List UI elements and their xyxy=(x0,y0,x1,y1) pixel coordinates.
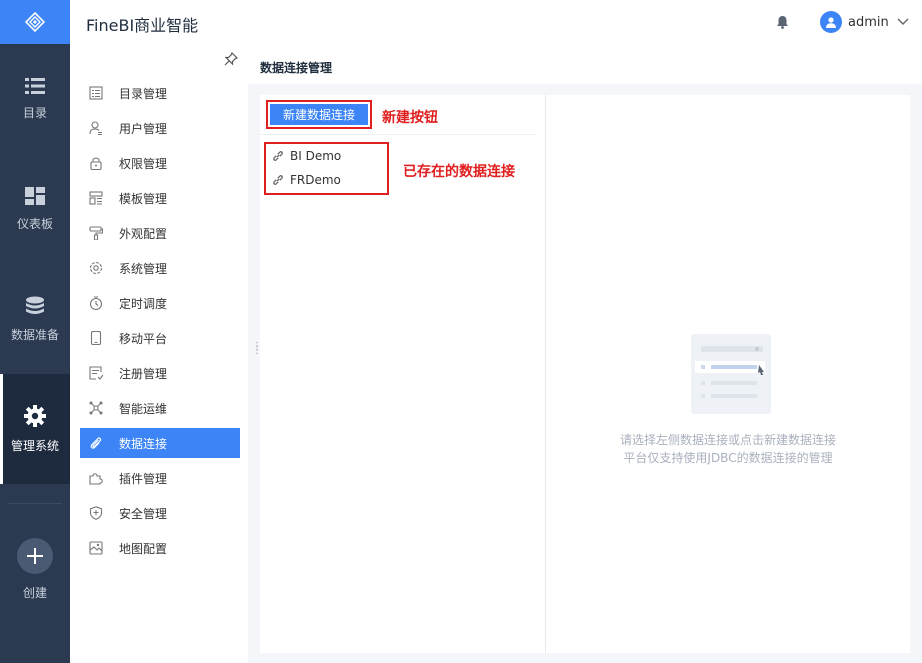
menu-item-label: 安全管理 xyxy=(119,506,168,521)
menu-item-map-config[interactable]: 地图配置 xyxy=(80,533,240,563)
create-button[interactable]: 创建 xyxy=(0,538,70,601)
user-manage-icon xyxy=(88,120,104,136)
menu-item-label: 定时调度 xyxy=(119,296,168,311)
link-icon xyxy=(273,175,283,185)
connection-item-bi-demo[interactable]: BI Demo xyxy=(271,149,341,163)
link-icon xyxy=(273,151,283,161)
menu-item-intelligent-ops[interactable]: 智能运维 xyxy=(80,393,240,423)
database-icon xyxy=(26,296,44,314)
rail-divider xyxy=(8,503,62,504)
annotation-box-new-button: 新建数据连接 xyxy=(266,100,372,129)
rail-item-label: 仪表板 xyxy=(16,216,53,231)
lock-icon xyxy=(88,155,104,171)
rail-item-management[interactable]: 管理系统 xyxy=(0,374,70,484)
paperclip-icon xyxy=(88,435,104,451)
menu-item-data-connection[interactable]: 数据连接 xyxy=(80,428,240,458)
shield-icon xyxy=(88,505,104,521)
dashboard-icon xyxy=(25,186,45,205)
menu-item-template-management[interactable]: 模板管理 xyxy=(80,183,240,213)
plus-icon xyxy=(17,538,53,574)
user-icon xyxy=(826,17,836,28)
connection-detail-panel: 请选择左侧数据连接或点击新建数据连接 平台仅支持使用JDBC的数据连接的管理 xyxy=(546,95,910,653)
network-icon xyxy=(88,400,104,416)
rail-item-label: 数据准备 xyxy=(10,327,59,342)
rail-item-catalog[interactable]: 目录 xyxy=(0,44,70,154)
menu-item-label: 移动平台 xyxy=(119,331,168,346)
puzzle-icon xyxy=(88,470,104,486)
empty-state-text: 请选择左侧数据连接或点击新建数据连接 平台仅支持使用JDBC的数据连接的管理 xyxy=(546,431,910,467)
menu-item-label: 目录管理 xyxy=(119,86,168,101)
main-rail: 目录 仪表板 数据准备 管理系统 创建 xyxy=(0,0,70,663)
pin-icon[interactable] xyxy=(224,52,238,66)
catalog-icon xyxy=(88,85,104,101)
rail-item-data-prep[interactable]: 数据准备 xyxy=(0,264,70,374)
annotation-connections: 已存在的数据连接 xyxy=(403,164,515,180)
menu-item-label: 权限管理 xyxy=(119,156,168,171)
menu-item-scheduling[interactable]: 定时调度 xyxy=(80,288,240,318)
connection-list-panel: 新建数据连接 新建按钮 BI Demo FRDemo 已存在的数据连接 xyxy=(260,95,546,653)
template-icon xyxy=(88,190,104,206)
menu-item-label: 模板管理 xyxy=(119,191,168,206)
map-icon xyxy=(88,540,104,556)
rail-item-label: 管理系统 xyxy=(10,438,59,453)
logo[interactable] xyxy=(0,0,70,44)
create-label: 创建 xyxy=(22,586,47,600)
mobile-icon xyxy=(88,330,104,346)
menu-item-label: 外观配置 xyxy=(119,226,168,241)
paint-roller-icon xyxy=(88,225,104,241)
connection-name: FRDemo xyxy=(290,173,341,187)
list-icon xyxy=(25,77,45,94)
menu-item-system-management[interactable]: 系统管理 xyxy=(80,253,240,283)
rail-item-dashboard[interactable]: 仪表板 xyxy=(0,154,70,264)
timer-icon xyxy=(88,295,104,311)
empty-state-line-1: 请选择左侧数据连接或点击新建数据连接 xyxy=(619,433,836,447)
menu-item-label: 智能运维 xyxy=(119,401,168,416)
menu-item-security-management[interactable]: 安全管理 xyxy=(80,498,240,528)
menu-item-label: 地图配置 xyxy=(119,541,168,556)
page-header: 数据连接管理 xyxy=(248,44,922,84)
annotation-new-button: 新建按钮 xyxy=(382,110,438,126)
bell-icon[interactable] xyxy=(776,15,789,29)
menu-item-label: 注册管理 xyxy=(119,366,168,381)
new-data-connection-button[interactable]: 新建数据连接 xyxy=(270,104,368,125)
menu-item-appearance[interactable]: 外观配置 xyxy=(80,218,240,248)
connection-name: BI Demo xyxy=(290,149,342,163)
menu-item-registration[interactable]: 注册管理 xyxy=(80,358,240,388)
app-title: FineBI商业智能 xyxy=(86,16,199,35)
username: admin xyxy=(848,14,889,30)
gear-icon xyxy=(24,404,46,427)
menu-item-plugin-management[interactable]: 插件管理 xyxy=(80,463,240,493)
menu-item-mobile-platform[interactable]: 移动平台 xyxy=(80,323,240,353)
rail-item-label: 目录 xyxy=(22,105,47,120)
register-icon xyxy=(88,365,104,381)
top-bar: FineBI商业智能 admin xyxy=(70,0,922,45)
menu-item-label: 插件管理 xyxy=(119,471,168,486)
menu-item-user-management[interactable]: 用户管理 xyxy=(80,113,240,143)
menu-item-label: 系统管理 xyxy=(119,261,168,276)
connection-item-frdemo[interactable]: FRDemo xyxy=(271,173,341,187)
menu-item-label: 数据连接 xyxy=(119,436,168,451)
avatar xyxy=(820,11,842,33)
chevron-down-icon xyxy=(897,18,909,25)
menu-item-label: 用户管理 xyxy=(119,121,168,136)
management-menu: 目录管理 用户管理 权限管理 模板管理 外观配置 系统管理 定时调度 移动平台 … xyxy=(70,44,248,663)
empty-state-line-2: 平台仅支持使用JDBC的数据连接的管理 xyxy=(623,451,833,465)
empty-state-illustration xyxy=(691,334,771,414)
panel-divider xyxy=(260,134,535,135)
settings-icon xyxy=(88,260,104,276)
logo-icon xyxy=(25,12,45,32)
page-title: 数据连接管理 xyxy=(260,61,333,75)
user-menu[interactable]: admin xyxy=(820,11,909,33)
menu-item-permission-management[interactable]: 权限管理 xyxy=(80,148,240,178)
menu-item-catalog-management[interactable]: 目录管理 xyxy=(80,78,240,108)
